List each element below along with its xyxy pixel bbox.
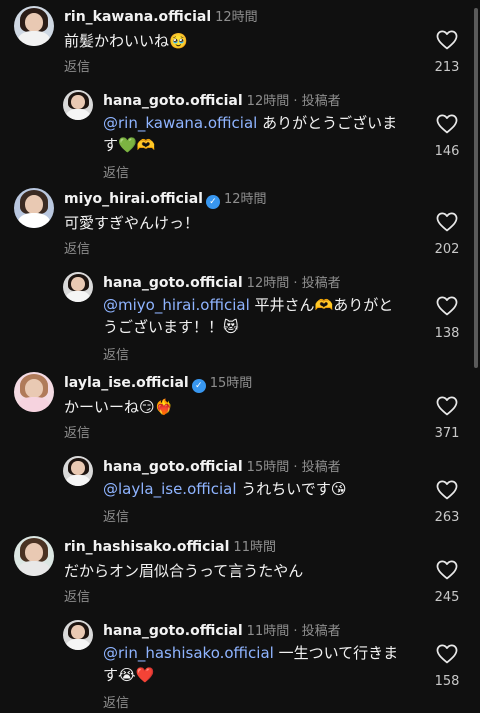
comment-body: 前髪かわいいね (64, 32, 170, 50)
like-count: 202 (434, 242, 460, 257)
scrollbar[interactable] (474, 8, 478, 368)
heart-outline-icon[interactable] (432, 296, 462, 316)
timestamp: 11時間 (233, 540, 276, 555)
comment-body: だからオン眉似合うって言うたやん (64, 562, 304, 580)
heart-outline-icon[interactable] (432, 480, 462, 500)
avatar[interactable] (14, 188, 54, 228)
reply-like-count: 138 (434, 326, 460, 341)
reply-username[interactable]: hana_goto.official (103, 93, 243, 109)
comment: rin_hashisako.official 11時間だからオン眉似合うって言うた… (0, 536, 480, 713)
reply-like-count: 146 (434, 144, 460, 159)
like-button[interactable]: 202 (432, 212, 462, 257)
timestamp: 15時間 (209, 376, 253, 391)
comment-header: rin_hashisako.official 11時間 (64, 536, 276, 555)
reply-text: @miyo_hirai.official 平井さん🫶ありがとうございます！！😻 (103, 294, 403, 338)
heart-outline-icon[interactable] (432, 644, 462, 664)
reply-button[interactable]: 返信 (64, 238, 90, 257)
like-count: 245 (434, 590, 460, 605)
reply-header: hana_goto.official 12時間 · 投稿者 (103, 90, 341, 109)
reply-like-button[interactable]: 138 (432, 296, 462, 341)
reply-like-button[interactable]: 263 (432, 480, 462, 525)
reply-text: @rin_kawana.official ありがとうございます💚🫶 (103, 112, 403, 156)
reply-emoji: 💚🫶 (118, 136, 156, 154)
heart-outline-icon[interactable] (432, 30, 462, 50)
verified-badge-icon: ✓ (205, 195, 220, 209)
comment-text: だからオン眉似合うって言うたやん (64, 560, 404, 582)
reply-header: hana_goto.official 15時間 · 投稿者 (103, 456, 341, 475)
reply-username[interactable]: hana_goto.official (103, 459, 243, 475)
comment-emoji: 😏❤️‍🔥 (139, 398, 174, 416)
reply-reply-button[interactable]: 返信 (103, 162, 129, 181)
reply-timestamp: 11時間 · 投稿者 (246, 624, 341, 639)
reply-text: @layla_ise.official うれちいです😘 (103, 478, 403, 500)
mention-link[interactable]: @layla_ise.official (103, 480, 237, 498)
comment-header: layla_ise.official ✓ 15時間 (64, 372, 252, 393)
reply-button[interactable]: 返信 (64, 422, 90, 441)
mention-link[interactable]: @miyo_hirai.official (103, 296, 250, 314)
reply-reply-button[interactable]: 返信 (103, 506, 129, 525)
reply-username[interactable]: hana_goto.official (103, 623, 243, 639)
reply-emoji: 😻 (223, 318, 239, 336)
mention-link[interactable]: @rin_hashisako.official (103, 644, 274, 662)
reply-username[interactable]: hana_goto.official (103, 275, 243, 291)
reply-like-button[interactable]: 146 (432, 114, 462, 159)
comment-body: 可愛すぎやんけっ！ (64, 214, 200, 232)
reply-like-count: 158 (434, 674, 460, 689)
comment-text: 可愛すぎやんけっ！ (64, 212, 404, 234)
timestamp: 12時間 (215, 10, 258, 25)
comment-thread: rin_kawana.official 12時間 前髪かわいいね🥹 返信 213 hana… (0, 0, 480, 713)
reply-avatar[interactable] (63, 620, 93, 650)
reply-reply-button[interactable]: 返信 (103, 692, 129, 711)
comment-emoji: 🥹 (169, 32, 188, 50)
comment-text: 前髪かわいいね🥹 (64, 30, 404, 52)
verified-badge-icon: ✓ (191, 379, 206, 393)
comment-header: rin_kawana.official 12時間 (64, 6, 258, 25)
like-button[interactable]: 245 (432, 560, 462, 605)
reply-button[interactable]: 返信 (64, 56, 90, 75)
heart-outline-icon[interactable] (432, 396, 462, 416)
like-count: 371 (434, 426, 460, 441)
reply-header: hana_goto.official 11時間 · 投稿者 (103, 620, 341, 639)
comment-header: miyo_hirai.official ✓ 12時間 (64, 188, 267, 209)
heart-outline-icon[interactable] (432, 560, 462, 580)
reply-avatar[interactable] (63, 456, 93, 486)
comment: layla_ise.official ✓ 15時間 かーいーね😏❤️‍🔥 返信 371 ha… (0, 372, 480, 552)
reply-text: @rin_hashisako.official 一生ついて行きます😭❤️ (103, 642, 403, 686)
comment: rin_kawana.official 12時間前髪かわいいね🥹 返信 213 hana… (0, 6, 480, 186)
reply-timestamp: 12時間 · 投稿者 (246, 94, 341, 109)
like-button[interactable]: 213 (432, 30, 462, 75)
like-button[interactable]: 371 (432, 396, 462, 441)
avatar[interactable] (14, 6, 54, 46)
reply-like-button[interactable]: 158 (432, 644, 462, 689)
mention-link[interactable]: @rin_kawana.official (103, 114, 257, 132)
username[interactable]: rin_hashisako.official (64, 539, 229, 555)
reply-reply-button[interactable]: 返信 (103, 344, 129, 363)
heart-outline-icon[interactable] (432, 114, 462, 134)
like-count: 213 (434, 60, 460, 75)
reply-button[interactable]: 返信 (64, 586, 90, 605)
timestamp: 12時間 (223, 192, 267, 207)
reply-avatar[interactable] (63, 272, 93, 302)
reply-emoji: 😘 (330, 480, 347, 498)
reply-emoji: 😭❤️ (118, 666, 155, 684)
username[interactable]: layla_ise.official (64, 375, 189, 391)
username[interactable]: miyo_hirai.official (64, 191, 203, 207)
comment: miyo_hirai.official ✓ 12時間 可愛すぎやんけっ！ 返信 202 ha… (0, 188, 480, 368)
heart-outline-icon[interactable] (432, 212, 462, 232)
comment-body: かーいーね (64, 398, 140, 416)
reply-body: うれちいです (236, 480, 331, 498)
avatar[interactable] (14, 372, 54, 412)
username[interactable]: rin_kawana.official (64, 9, 211, 25)
reply-header: hana_goto.official 12時間 · 投稿者 (103, 272, 341, 291)
reply-avatar[interactable] (63, 90, 93, 120)
avatar[interactable] (14, 536, 54, 576)
reply-timestamp: 12時間 · 投稿者 (246, 276, 341, 291)
reply-like-count: 263 (434, 510, 460, 525)
comment-text: かーいーね😏❤️‍🔥 (64, 396, 404, 418)
reply-timestamp: 15時間 · 投稿者 (246, 460, 341, 475)
